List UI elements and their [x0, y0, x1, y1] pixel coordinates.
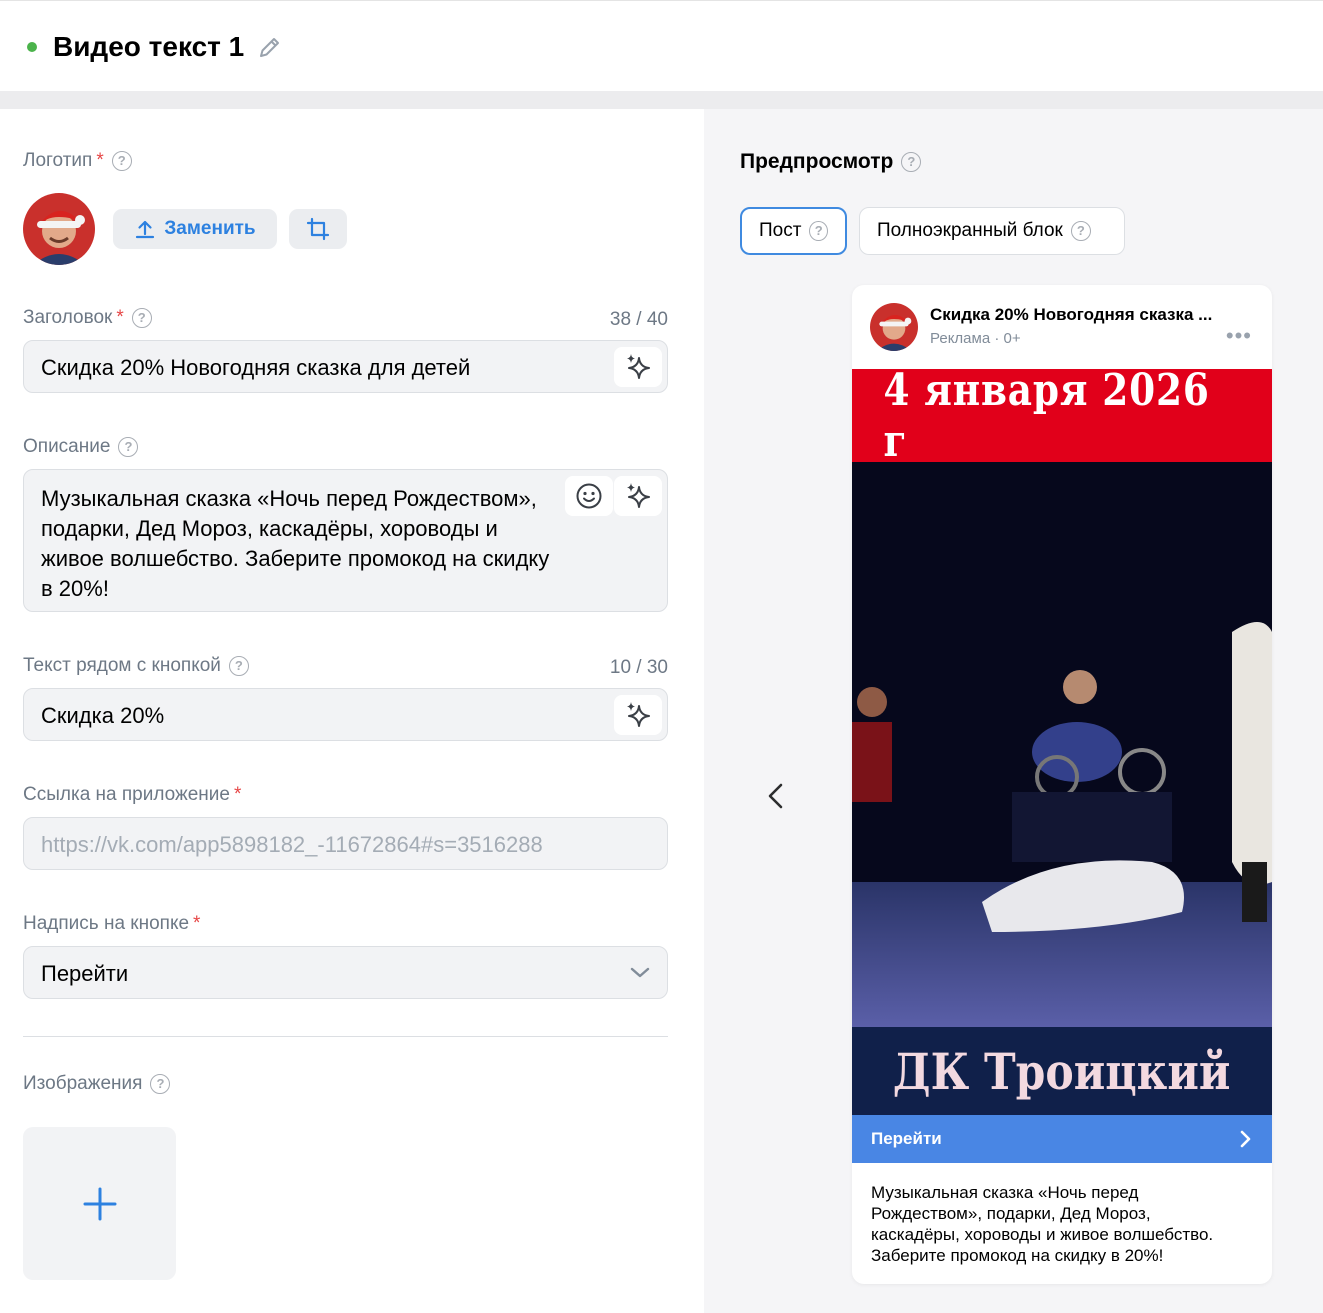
app-link-input[interactable]: https://vk.com/app5898182_-11672864#s=35…: [23, 817, 668, 870]
add-image-button[interactable]: [23, 1127, 176, 1280]
headline-input[interactable]: Скидка 20% Новогодняя сказка для детей: [23, 340, 668, 393]
more-icon[interactable]: •••: [1226, 323, 1252, 349]
description-textarea[interactable]: Музыкальная сказка «Ночь перед Рождество…: [23, 469, 668, 612]
help-icon[interactable]: ?: [150, 1074, 171, 1094]
description-text: Музыкальная сказка «Ночь перед Рождество…: [41, 484, 549, 604]
preview-post-card: Скидка 20% Новогодняя сказка ... Реклама…: [852, 285, 1272, 1284]
card-description-line: Музыкальная сказка «Ночь перед: [871, 1183, 1139, 1202]
help-icon[interactable]: ?: [111, 151, 132, 171]
headline-label-text: Заголовок: [23, 307, 113, 328]
chevron-down-icon: [630, 967, 650, 978]
button-text-label: Текст рядом с кнопкой?: [23, 655, 249, 677]
description-label-text: Описание: [23, 436, 111, 457]
required-asterisk: *: [193, 913, 201, 934]
sparkle-icon: [627, 483, 650, 508]
card-description: Музыкальная сказка «Ночь перед Рождество…: [871, 1182, 1251, 1266]
card-avatar: [870, 303, 918, 351]
help-icon[interactable]: ?: [1070, 221, 1091, 241]
logo-label-text: Логотип: [23, 150, 93, 171]
page-header: Видео текст 1: [0, 0, 1323, 91]
stage-scene-image: [852, 462, 1272, 1027]
card-ad-label: Реклама · 0+: [930, 330, 1021, 347]
status-dot: [27, 42, 37, 52]
button-text-value: Скидка 20%: [41, 703, 165, 728]
sparkle-icon: [627, 702, 650, 727]
headline-value: Скидка 20% Новогодняя сказка для детей: [41, 355, 471, 380]
preview-title: Предпросмотр?: [740, 150, 922, 174]
app-link-label: Ссылка на приложение *: [23, 784, 241, 806]
ai-generate-button[interactable]: [614, 347, 662, 387]
media-date-text: 4 января 2026 г: [883, 369, 1210, 467]
tab-fullscreen-label: Полноэкранный блок: [877, 220, 1063, 241]
help-icon[interactable]: ?: [228, 656, 249, 676]
description-label: Описание?: [23, 436, 139, 458]
replace-logo-label: Заменить: [164, 218, 256, 239]
sparkle-icon: [627, 354, 650, 379]
button-caption-select[interactable]: Перейти: [23, 946, 668, 999]
replace-logo-button[interactable]: Заменить: [113, 209, 277, 249]
smile-icon: [576, 483, 602, 509]
ai-generate-button[interactable]: [614, 476, 662, 516]
required-asterisk: *: [96, 150, 104, 171]
help-icon[interactable]: ?: [118, 437, 139, 457]
card-cta-label: Перейти: [871, 1129, 942, 1148]
tab-post[interactable]: Пост?: [740, 207, 847, 255]
button-text-input[interactable]: Скидка 20%: [23, 688, 668, 741]
help-icon[interactable]: ?: [131, 308, 152, 328]
button-caption-value: Перейти: [41, 961, 129, 986]
app-link-placeholder: https://vk.com/app5898182_-11672864#s=35…: [41, 832, 543, 857]
headline-counter: 38 / 40: [609, 309, 668, 330]
logo-avatar: [23, 193, 95, 265]
tab-fullscreen[interactable]: Полноэкранный блок?: [859, 207, 1125, 255]
section-divider: [23, 1036, 668, 1037]
ai-generate-button[interactable]: [614, 695, 662, 735]
crop-logo-button[interactable]: [289, 209, 347, 249]
card-cta-button[interactable]: Перейти: [852, 1115, 1272, 1163]
help-icon[interactable]: ?: [809, 221, 828, 241]
header-separator: [0, 91, 1323, 109]
required-asterisk: *: [233, 784, 242, 805]
crop-icon: [306, 217, 330, 241]
description-line: живое волшебство. Заберите промокод на с…: [41, 546, 550, 571]
description-line: Музыкальная сказка «Ночь перед Рождество…: [41, 486, 537, 511]
headline-label: Заголовок *?: [23, 307, 152, 329]
upload-icon: [136, 220, 155, 239]
images-label-text: Изображения: [23, 1073, 143, 1094]
media-date-banner: 4 января 2026 г: [852, 369, 1272, 467]
button-text-label-text: Текст рядом с кнопкой: [23, 655, 221, 676]
card-video-media[interactable]: 4 января 2026 г ДК Троицкий: [852, 369, 1272, 1115]
description-line: в 20%!: [41, 576, 109, 601]
preview-title-text: Предпросмотр: [740, 150, 894, 173]
page-title: Видео текст 1: [53, 31, 245, 62]
chevron-left-icon[interactable]: [762, 780, 790, 812]
button-text-counter: 10 / 30: [609, 657, 668, 678]
help-icon[interactable]: ?: [901, 152, 922, 172]
description-line: подарки, Дед Мороз, каскадёры, хороводы …: [41, 516, 498, 541]
button-caption-label-text: Надпись на кнопке: [23, 913, 190, 934]
media-venue-banner: ДК Троицкий: [852, 1027, 1272, 1115]
emoji-button[interactable]: [565, 476, 613, 516]
app-link-label-text: Ссылка на приложение: [23, 784, 230, 805]
card-description-line: Заберите промокод на скидку в 20%!: [871, 1246, 1164, 1265]
images-label: Изображения?: [23, 1073, 171, 1095]
logo-label: Логотип *?: [23, 150, 132, 172]
card-advertiser-name: Скидка 20% Новогодняя сказка ...: [930, 305, 1213, 324]
card-description-line: Рождеством», подарки, Дед Мороз,: [871, 1204, 1151, 1223]
edit-pencil-icon[interactable]: [256, 34, 284, 62]
card-description-line: каскадёры, хороводы и живое волшебство.: [871, 1225, 1214, 1244]
required-asterisk: *: [116, 307, 124, 328]
button-caption-label: Надпись на кнопке *: [23, 913, 200, 935]
plus-icon: [83, 1187, 116, 1220]
chevron-right-icon: [1240, 1130, 1251, 1148]
tab-post-label: Пост: [759, 220, 802, 241]
media-venue-text: ДК Троицкий: [893, 1041, 1231, 1101]
